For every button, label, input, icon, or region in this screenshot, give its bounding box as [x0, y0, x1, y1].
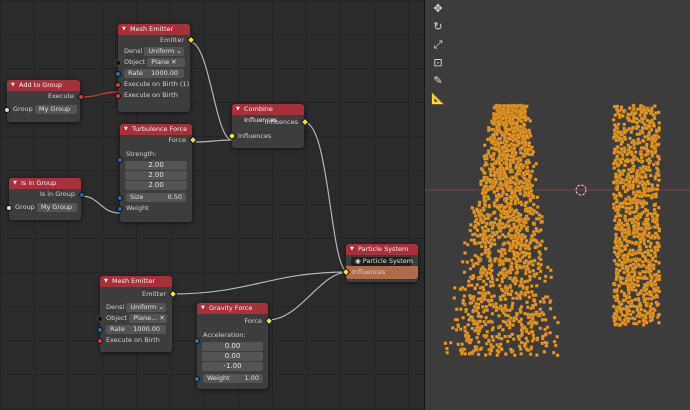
- density-dropdown[interactable]: Uniform ⌄: [144, 46, 185, 56]
- move-icon[interactable]: ✥: [431, 2, 445, 16]
- node-gravity-force[interactable]: ▼ Gravity Force Force Acceleration: 0.00 …: [194, 303, 274, 389]
- object-row: Object Plane ✕: [115, 57, 190, 68]
- collapse-icon[interactable]: ▼: [11, 80, 15, 91]
- 3d-viewport[interactable]: ✥ ↻ ⤢ ⊡ ✎ 📐: [425, 0, 690, 410]
- acceleration-x[interactable]: 0.00: [202, 342, 263, 351]
- transform-icon[interactable]: ⊡: [431, 56, 445, 70]
- node-header[interactable]: ▼ Add to Group: [7, 80, 80, 91]
- link-execute-birth: [79, 91, 119, 98]
- node-title: Turbulence Force: [132, 125, 188, 133]
- object-picker[interactable]: Plane ✕: [147, 57, 186, 67]
- strength-y[interactable]: 2.00: [125, 171, 187, 180]
- node-turbulence-force[interactable]: ▼ Turbulence Force Force Strength: 2.00 2…: [117, 124, 198, 222]
- acceleration-y[interactable]: 0.00: [202, 352, 263, 361]
- rotate-icon[interactable]: ↻: [431, 20, 445, 34]
- size-row: Size 0.50: [117, 192, 192, 203]
- collapse-icon[interactable]: ▼: [104, 276, 108, 287]
- measure-icon[interactable]: 📐: [431, 92, 445, 106]
- weight-field[interactable]: Weight 1.00: [203, 373, 263, 383]
- collapse-icon[interactable]: ▼: [236, 104, 240, 115]
- collapse-icon[interactable]: ▼: [124, 124, 128, 135]
- node-title: Add to Group: [19, 81, 63, 89]
- acceleration-z[interactable]: -1.00: [202, 362, 263, 371]
- acceleration-label: Acceleration:: [194, 330, 268, 344]
- viewport-toolbar: ✥ ↻ ⤢ ⊡ ✎ 📐: [431, 2, 447, 110]
- annotate-icon[interactable]: ✎: [431, 74, 445, 88]
- output-is-in-group: Is in Group: [9, 189, 85, 200]
- node-header[interactable]: ▼ Turbulence Force: [120, 124, 192, 135]
- link-combine-particle: [303, 121, 349, 273]
- weight-row: Weight 1.00: [194, 373, 268, 384]
- strength-label: Strength:: [117, 149, 192, 163]
- output-force: Force: [120, 135, 198, 146]
- node-header[interactable]: ▼ Is in Group: [9, 178, 81, 189]
- rate-row: Rate 1000.00: [97, 324, 172, 335]
- group-field[interactable]: My Group: [34, 104, 77, 114]
- rate-row: Rate 1000.00: [115, 68, 190, 79]
- particles: [443, 103, 662, 358]
- node-is-in-group[interactable]: ▼ Is in Group Is in Group Group My Group: [6, 178, 85, 220]
- link-isingroup-weight: [80, 195, 121, 214]
- node-header[interactable]: ▼ Gravity Force: [197, 303, 268, 314]
- output-emitter: Emitter: [118, 35, 196, 46]
- node-combine-influences[interactable]: ▼ Combine Influences Influences Influence…: [227, 104, 310, 148]
- node-title: Is in Group: [21, 179, 57, 187]
- density-row: Densi Uniform ⌄: [118, 46, 190, 57]
- object-picker[interactable]: Plane... ✕: [129, 313, 168, 323]
- viewport-canvas: [425, 103, 690, 358]
- particle-system-name[interactable]: ◉ Particle System: [351, 256, 413, 266]
- group-field[interactable]: My Group: [36, 202, 77, 212]
- weight-row: Weight: [117, 203, 192, 214]
- output-influences: Influences: [232, 117, 310, 128]
- strength-x[interactable]: 2.00: [125, 161, 187, 170]
- node-header[interactable]: ▼ Mesh Emitter: [100, 276, 172, 287]
- execute-birth-row: Execute on Birth: [97, 335, 172, 346]
- link-turbulence-combine: [195, 139, 233, 143]
- input-influences: Influences: [341, 266, 418, 279]
- particle-system-name-row: ◉ Particle System: [346, 255, 418, 266]
- link-emitter2-particle: [171, 271, 349, 295]
- node-add-to-group[interactable]: ▼ Add to Group Execute Group My Group: [4, 80, 84, 122]
- size-field[interactable]: Size 0.50: [126, 192, 186, 202]
- object-row: Object Plane... ✕: [97, 313, 172, 324]
- group-row: Group My Group: [4, 104, 80, 115]
- output-force: Force: [197, 316, 274, 327]
- node-title: Mesh Emitter: [130, 25, 174, 33]
- node-title: Mesh Emitter: [112, 277, 156, 285]
- node-editor[interactable]: ▼ Mesh Emitter Emitter Densi Uniform ⌄ Ob…: [0, 0, 425, 410]
- node-header[interactable]: ▼ Mesh Emitter: [118, 24, 190, 35]
- execute-birth-1-row: Execute on Birth (1): [115, 79, 190, 90]
- group-row: Group My Group: [6, 202, 81, 213]
- node-title: Gravity Force: [209, 304, 253, 312]
- output-execute: Execute: [7, 91, 84, 102]
- node-mesh-emitter-1[interactable]: ▼ Mesh Emitter Emitter Densi Uniform ⌄ Ob…: [115, 24, 196, 112]
- node-header[interactable]: ▼ Combine Influences: [232, 104, 304, 124]
- collapse-icon[interactable]: ▼: [122, 24, 126, 35]
- rate-field[interactable]: Rate 1000.00: [106, 324, 166, 334]
- collapse-icon[interactable]: ▼: [350, 244, 354, 255]
- strength-z[interactable]: 2.00: [125, 181, 187, 190]
- link-emitter1-combine: [189, 41, 233, 141]
- collapse-icon[interactable]: ▼: [201, 303, 205, 314]
- input-influences: Influences: [227, 131, 304, 142]
- execute-birth-row: Execute on Birth: [115, 90, 190, 101]
- output-emitter: Emitter: [100, 289, 178, 300]
- rate-field[interactable]: Rate 1000.00: [124, 68, 184, 78]
- scale-icon[interactable]: ⤢: [431, 38, 445, 52]
- node-title: Particle System: [358, 245, 409, 253]
- density-dropdown[interactable]: Uniform ⌄: [126, 302, 167, 312]
- node-particle-system[interactable]: ▼ Particle System ◉ Particle System Influ…: [341, 244, 418, 282]
- node-mesh-emitter-2[interactable]: ▼ Mesh Emitter Emitter Densi Uniform ⌄ Ob…: [97, 276, 178, 352]
- node-header[interactable]: ▼ Particle System: [346, 244, 418, 255]
- collapse-icon[interactable]: ▼: [13, 178, 17, 189]
- density-row: Densi Uniform ⌄: [100, 302, 172, 313]
